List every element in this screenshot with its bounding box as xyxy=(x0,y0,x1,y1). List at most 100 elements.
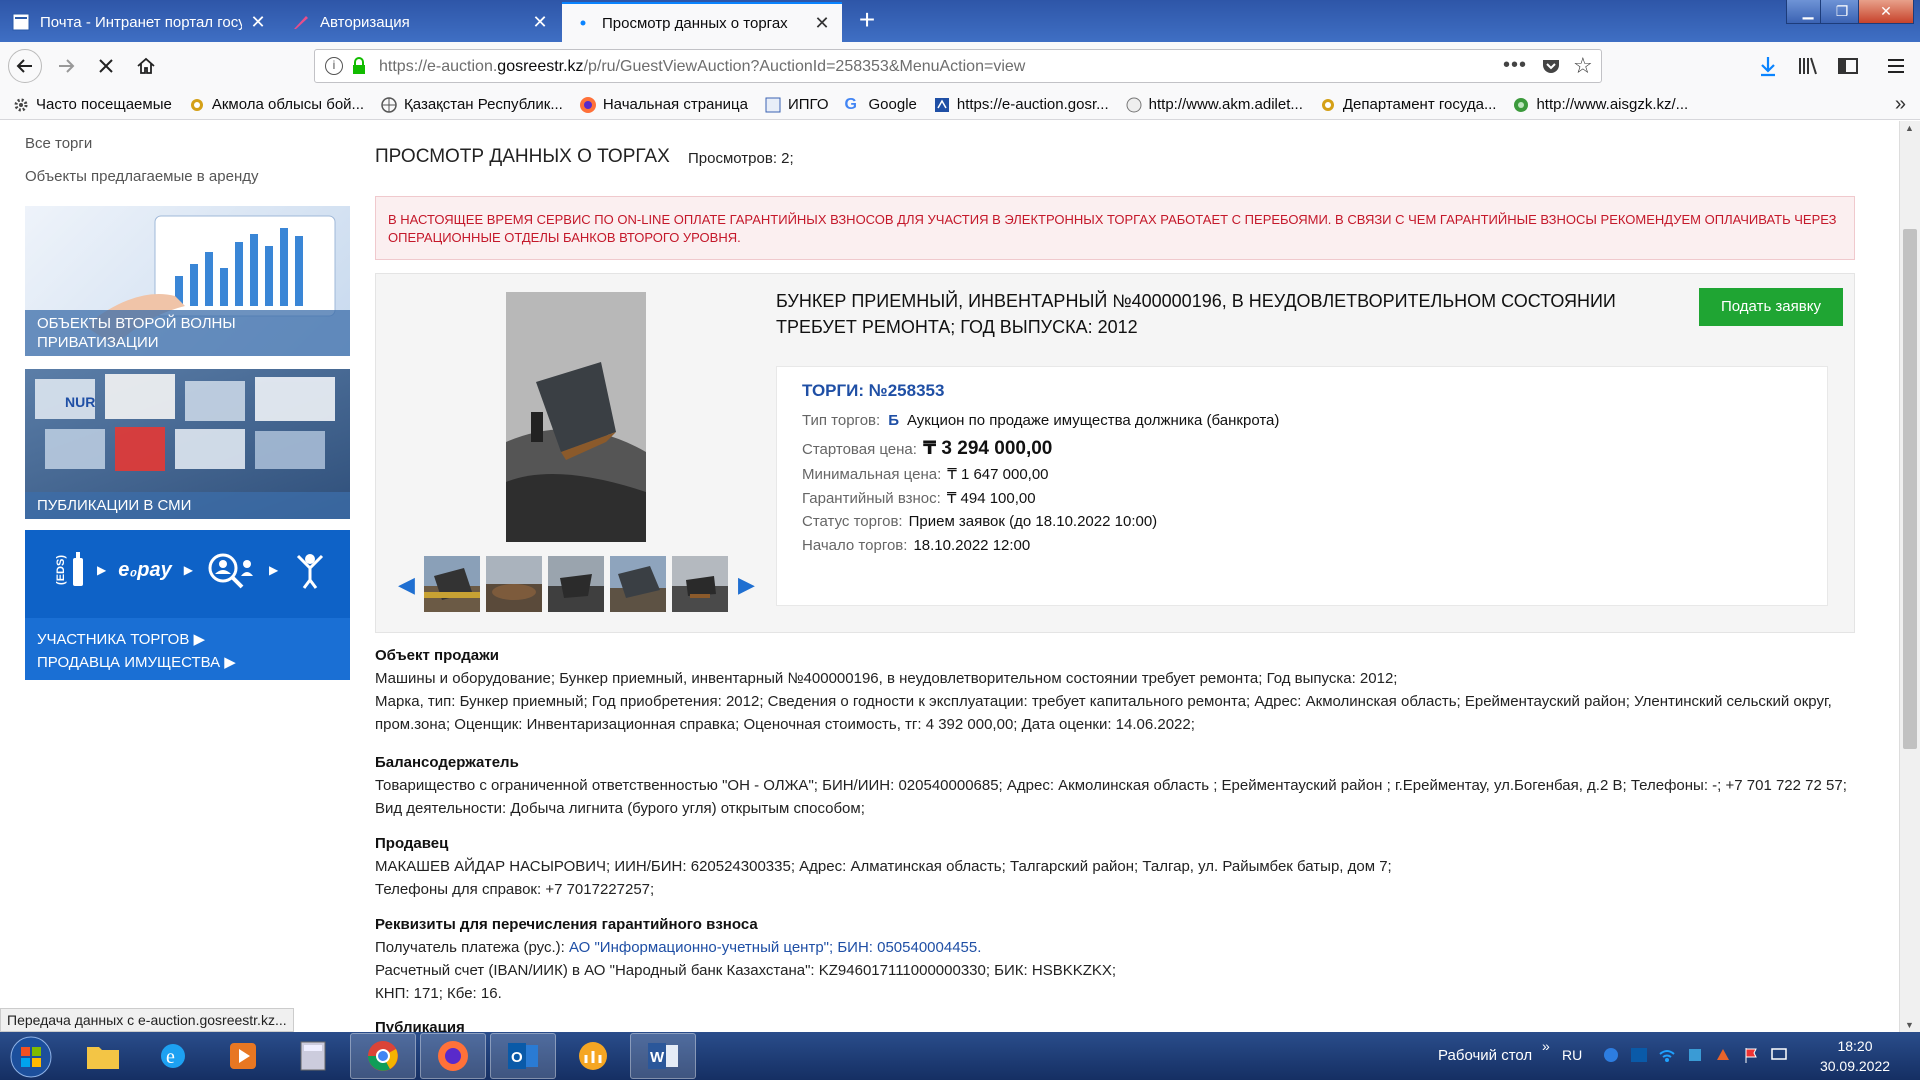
bookmark-item[interactable]: Начальная страница xyxy=(579,96,748,114)
photo-thumbnail[interactable] xyxy=(548,556,604,612)
taskbar-app[interactable] xyxy=(560,1033,626,1079)
window-close-button[interactable]: ✕ xyxy=(1858,0,1914,24)
outlook-tray-icon[interactable] xyxy=(1630,1046,1648,1064)
desktop-toolbar-label[interactable]: Рабочий стол xyxy=(1438,1047,1532,1064)
requisites-section: Реквизиты для перечисления гарантийного … xyxy=(375,913,1855,1005)
library-button[interactable] xyxy=(1792,50,1824,82)
menu-button[interactable] xyxy=(1880,50,1912,82)
section-text: Телефоны для справок: +7 7017227257; xyxy=(375,881,655,898)
forward-button[interactable] xyxy=(50,50,82,82)
scroll-down-icon[interactable]: ▼ xyxy=(1905,1020,1914,1030)
network-tray-icon[interactable] xyxy=(1602,1046,1620,1064)
back-button[interactable] xyxy=(8,49,42,83)
next-photo-arrow-icon[interactable]: ▶ xyxy=(738,572,755,598)
display-tray-icon[interactable] xyxy=(1770,1046,1788,1064)
field-label: Стартовая цена: xyxy=(802,441,917,458)
all-auctions-link[interactable]: Все торги xyxy=(25,135,92,152)
toolbar-expand-icon[interactable]: » xyxy=(1542,1038,1550,1054)
new-tab-button[interactable]: + xyxy=(852,6,882,36)
pocket-icon[interactable] xyxy=(1541,56,1561,76)
taskbar-word[interactable]: W xyxy=(630,1033,696,1079)
vertical-scrollbar[interactable]: ▲ ▼ xyxy=(1899,121,1920,1032)
tab-mail[interactable]: Почта - Интранет портал госу ✕ xyxy=(0,2,278,42)
address-bar[interactable]: i https://e-auction.gosreestr.kz/p/ru/Gu… xyxy=(314,49,1602,83)
home-button[interactable] xyxy=(130,50,162,82)
wifi-tray-icon[interactable] xyxy=(1658,1046,1676,1064)
bookmark-item[interactable]: ИПГО xyxy=(764,96,829,114)
close-tab-icon[interactable]: ✕ xyxy=(532,13,548,31)
alert-tray-icon[interactable] xyxy=(1714,1046,1732,1064)
taskbar-outlook[interactable]: O xyxy=(490,1033,556,1079)
bookmark-item[interactable]: http://www.aisgzk.kz/... xyxy=(1512,96,1688,114)
flag-tray-icon[interactable] xyxy=(1742,1046,1760,1064)
tab-auction-view[interactable]: Просмотр данных о торгах ✕ xyxy=(562,2,842,42)
more-bookmarks-icon[interactable]: » xyxy=(1895,93,1906,116)
min-price-row: Минимальная цена: ₸ 1 647 000,00 xyxy=(802,465,1049,483)
arrow-right-icon: ▶ xyxy=(97,563,107,577)
stop-button[interactable] xyxy=(90,50,122,82)
seller-link[interactable]: Продавца имущества ▶ xyxy=(37,651,338,674)
bookmark-item[interactable]: Акмола облысы бой... xyxy=(188,96,364,114)
bookmark-item[interactable]: http://www.akm.adilet... xyxy=(1125,96,1303,114)
lot-main-photo[interactable] xyxy=(506,292,646,542)
section-heading: Балансодержатель xyxy=(375,754,519,771)
sidebar-toggle-button[interactable] xyxy=(1832,50,1864,82)
privatization-banner[interactable]: Объекты второй волны приватизации xyxy=(25,206,350,356)
status-row: Статус торгов: Прием заявок (до 18.10.202… xyxy=(802,513,1157,530)
rent-objects-link[interactable]: Объекты предлагаемые в аренду xyxy=(25,168,258,185)
eds-token-icon: (EDS) xyxy=(55,552,85,588)
bookmark-item[interactable]: Департамент госуда... xyxy=(1319,96,1496,114)
system-clock[interactable]: 18:20 30.09.2022 xyxy=(1800,1036,1910,1076)
clock-time: 18:20 xyxy=(1837,1038,1873,1054)
auction-number[interactable]: ТОРГИ: №258353 xyxy=(802,381,944,401)
prev-photo-arrow-icon[interactable]: ◀ xyxy=(398,572,415,598)
recipient-link[interactable]: АО "Информационно-учетный центр"; БИН: 0… xyxy=(569,939,981,956)
url-text[interactable]: https://e-auction.gosreestr.kz/p/ru/Gues… xyxy=(379,58,1025,76)
tab-auth[interactable]: Авторизация ✕ xyxy=(280,2,560,42)
start-button[interactable] xyxy=(8,1034,54,1080)
outlook-icon: O xyxy=(508,1043,538,1069)
downloads-button[interactable] xyxy=(1752,50,1784,82)
bookmark-item[interactable]: Қазақстан Республик... xyxy=(380,96,563,114)
library-icon xyxy=(1799,57,1817,75)
tray-icon[interactable] xyxy=(1686,1046,1704,1064)
bookmark-item[interactable]: Часто посещаемые xyxy=(12,96,172,114)
media-banner[interactable]: NUR Публикации в СМИ xyxy=(25,369,350,519)
field-value: 18.10.2022 12:00 xyxy=(913,537,1031,554)
lock-icon[interactable] xyxy=(351,56,367,76)
submit-application-button[interactable]: Подать заявку xyxy=(1699,288,1843,326)
bookmark-item[interactable]: https://e-auction.gosr... xyxy=(933,96,1109,114)
taskbar-firefox[interactable] xyxy=(420,1033,486,1079)
bookmark-star-icon[interactable]: ☆ xyxy=(1573,53,1593,79)
gear-icon xyxy=(188,96,206,114)
scroll-up-icon[interactable]: ▲ xyxy=(1905,123,1914,133)
page-actions-icon[interactable]: ••• xyxy=(1503,54,1527,77)
language-indicator[interactable]: RU xyxy=(1562,1047,1582,1063)
photo-thumbnail[interactable] xyxy=(424,556,480,612)
participant-link[interactable]: Участника торгов ▶ xyxy=(37,628,338,651)
taskbar-ie[interactable]: e xyxy=(140,1033,206,1079)
bookmark-item[interactable]: G Google xyxy=(845,96,917,114)
photo-thumbnail[interactable] xyxy=(486,556,542,612)
photo-thumbnail[interactable] xyxy=(672,556,728,612)
lot-title: Бункер приемный, инвентарный №400000196,… xyxy=(776,291,1616,337)
taskbar-calculator[interactable] xyxy=(280,1033,346,1079)
participant-seller-banner[interactable]: (EDS) ▶ e₀pay ▶ ▶ Участника торгов ▶ Про… xyxy=(25,530,350,680)
taskbar-media[interactable] xyxy=(210,1033,276,1079)
gear-icon xyxy=(12,96,30,114)
recipient-label: Получатель платежа (рус.): xyxy=(375,939,569,956)
close-tab-icon[interactable]: ✕ xyxy=(814,14,830,32)
taskbar-explorer[interactable] xyxy=(70,1033,136,1079)
auction-info-panel: ТОРГИ: №258353 Тип торгов: Б Аукцион по пр… xyxy=(776,366,1828,606)
close-tab-icon[interactable]: ✕ xyxy=(250,13,266,31)
scrollbar-thumb[interactable] xyxy=(1903,229,1917,749)
section-text: КНП: 171; Кбе: 16. xyxy=(375,985,502,1002)
taskbar-chrome[interactable] xyxy=(350,1033,416,1079)
start-price-row: Стартовая цена: ₸ 3 294 000,00 xyxy=(802,437,1052,460)
bookmark-label: Акмола облысы бой... xyxy=(211,96,365,113)
info-icon[interactable]: i xyxy=(325,57,343,75)
mail-page-icon xyxy=(12,13,30,31)
url-prefix: https://e-auction. xyxy=(379,58,498,75)
firefox-icon xyxy=(579,96,597,114)
photo-thumbnail[interactable] xyxy=(610,556,666,612)
